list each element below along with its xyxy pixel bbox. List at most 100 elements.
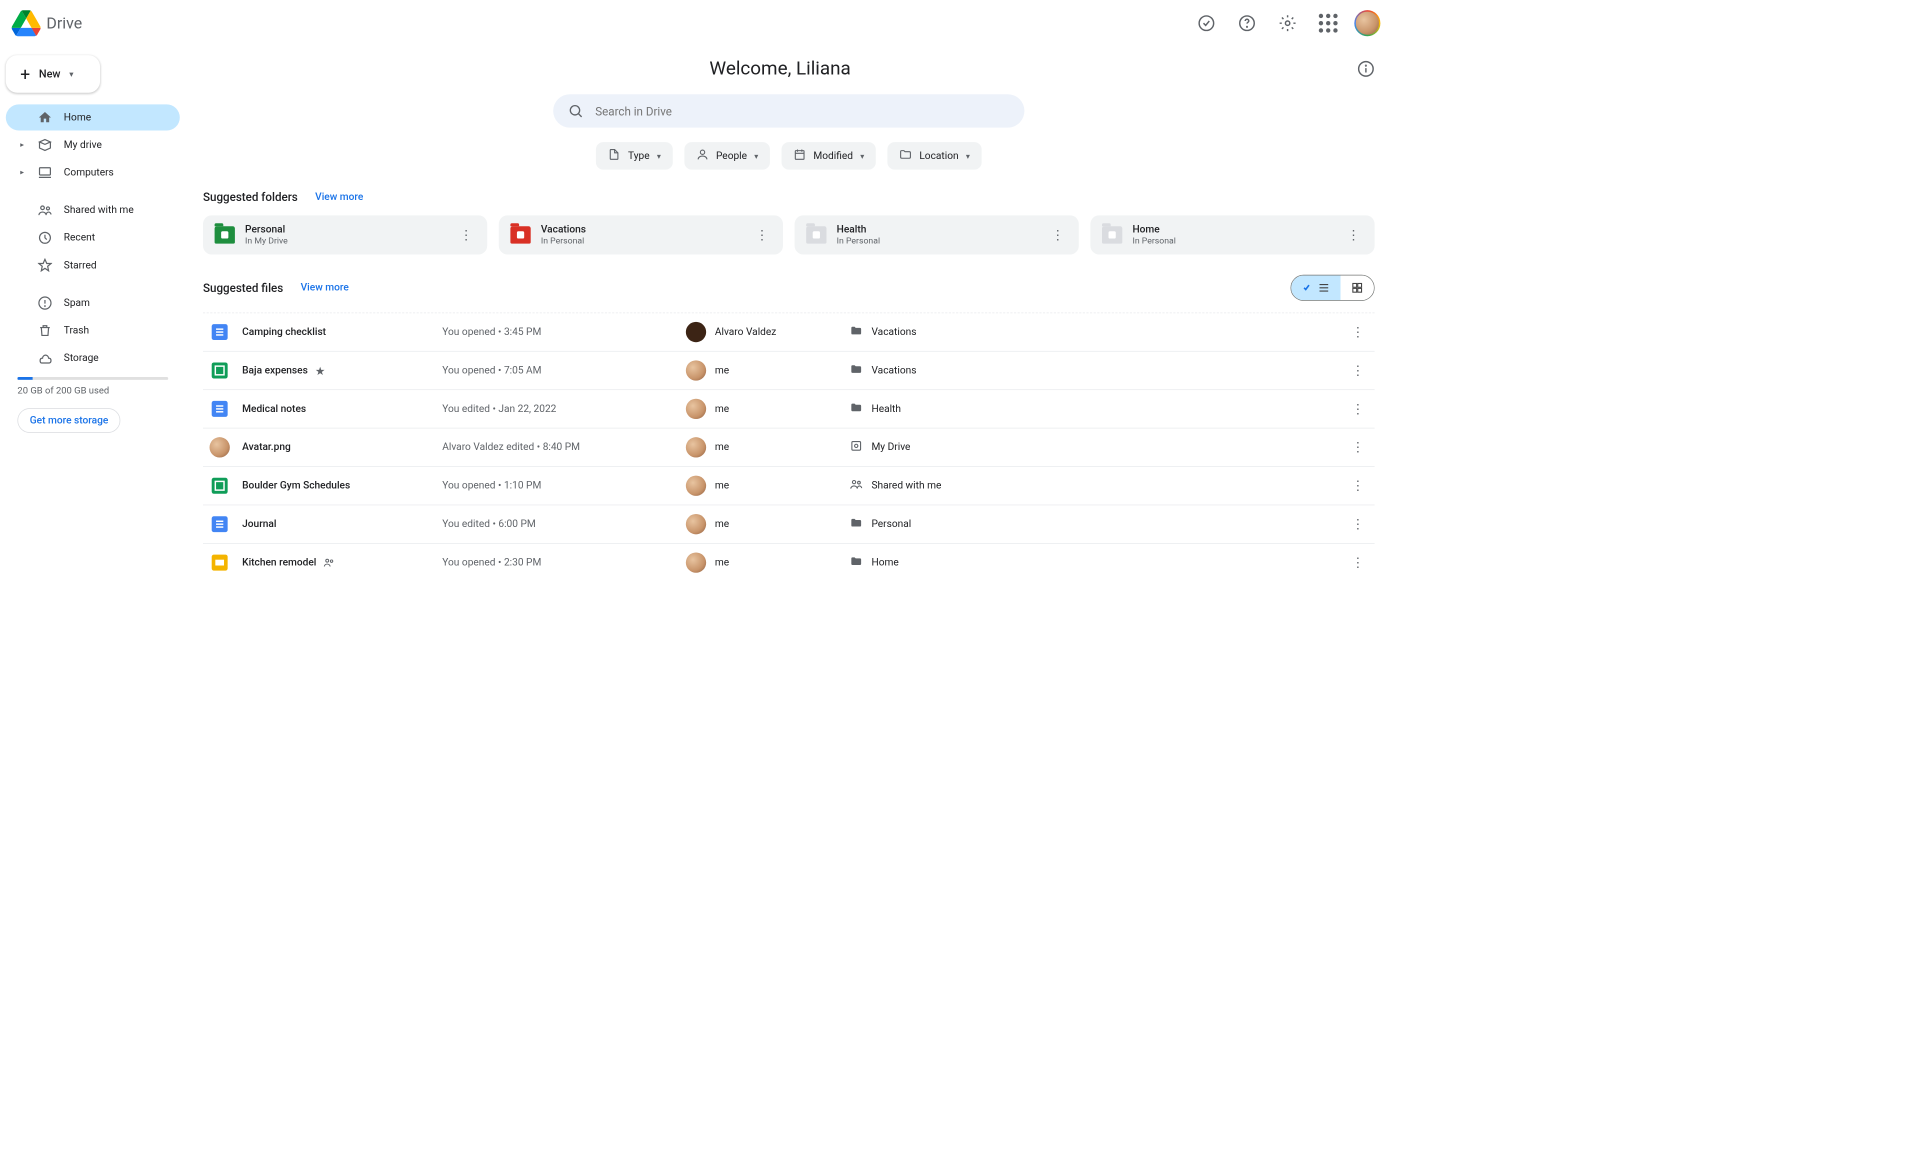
file-owner: me bbox=[715, 365, 729, 377]
filter-chip-location[interactable]: Location▾ bbox=[887, 142, 981, 170]
location-icon bbox=[850, 478, 863, 494]
starred-icon bbox=[38, 258, 53, 273]
location-icon bbox=[850, 363, 863, 379]
list-view-button[interactable] bbox=[1291, 276, 1340, 301]
file-row[interactable]: Camping checklistYou opened • 3:45 PMAlv… bbox=[203, 312, 1375, 351]
chip-label: Type bbox=[628, 150, 650, 162]
offline-status-icon[interactable] bbox=[1192, 9, 1221, 38]
storage-usage-bar bbox=[17, 377, 168, 380]
product-name: Drive bbox=[46, 14, 82, 32]
suggested-folders-heading: Suggested folders bbox=[203, 190, 298, 204]
sidebar-item-storage[interactable]: Storage bbox=[6, 345, 180, 371]
sidebar-item-label: Computers bbox=[64, 167, 114, 179]
calendar-icon bbox=[793, 148, 806, 164]
sidebar-item-home[interactable]: Home bbox=[6, 104, 180, 130]
file-location: Home bbox=[871, 557, 898, 569]
new-button-label: New bbox=[39, 67, 61, 80]
sidebar-item-recent[interactable]: Recent bbox=[6, 225, 180, 251]
sidebar-item-label: Spam bbox=[64, 297, 90, 309]
folder-icon bbox=[1102, 226, 1122, 243]
folder-card-vacations[interactable]: VacationsIn Personal ⋮ bbox=[499, 215, 783, 254]
file-row[interactable]: Kitchen remodelYou opened • 2:30 PMmeHom… bbox=[203, 544, 1375, 582]
file-row[interactable]: Boulder Gym SchedulesYou opened • 1:10 P… bbox=[203, 467, 1375, 505]
plus-icon: + bbox=[20, 65, 30, 82]
sidebar-item-shared-with-me[interactable]: Shared with me bbox=[6, 197, 180, 223]
filter-chip-type[interactable]: Type▾ bbox=[596, 142, 672, 170]
more-options-icon[interactable]: ⋮ bbox=[1347, 324, 1369, 339]
file-location: Shared with me bbox=[871, 480, 941, 492]
more-options-icon[interactable]: ⋮ bbox=[1347, 478, 1369, 493]
folder-location: In Personal bbox=[837, 236, 1039, 246]
more-options-icon[interactable]: ⋮ bbox=[457, 224, 476, 245]
location-icon bbox=[850, 324, 863, 340]
trash-icon bbox=[38, 323, 53, 338]
help-icon[interactable] bbox=[1233, 9, 1262, 38]
user-avatar[interactable] bbox=[1354, 10, 1380, 36]
file-row[interactable]: Medical notesYou edited • Jan 22, 2022me… bbox=[203, 390, 1375, 428]
image-thumbnail-icon bbox=[210, 437, 230, 457]
more-options-icon[interactable]: ⋮ bbox=[1344, 224, 1363, 245]
list-icon bbox=[1317, 281, 1330, 294]
sidebar-item-trash[interactable]: Trash bbox=[6, 318, 180, 344]
file-reason: You opened • 1:10 PM bbox=[442, 480, 674, 492]
expand-icon: ▸ bbox=[20, 141, 26, 149]
more-options-icon[interactable]: ⋮ bbox=[1347, 555, 1369, 570]
grid-view-button[interactable] bbox=[1341, 276, 1374, 301]
file-owner: me bbox=[715, 480, 729, 492]
file-reason: You opened • 7:05 AM bbox=[442, 365, 674, 377]
sidebar-item-my-drive[interactable]: ▸ My drive bbox=[6, 132, 180, 158]
sidebar-item-starred[interactable]: Starred bbox=[6, 252, 180, 278]
owner-avatar bbox=[686, 476, 706, 496]
location-icon bbox=[850, 516, 863, 532]
owner-avatar bbox=[686, 360, 706, 380]
shared-icon bbox=[324, 557, 336, 569]
file-reason: You opened • 3:45 PM bbox=[442, 326, 674, 338]
file-row[interactable]: JournalYou edited • 6:00 PMmePersonal⋮ bbox=[203, 505, 1375, 543]
folder-name: Vacations bbox=[541, 224, 743, 236]
view-toggle bbox=[1291, 275, 1375, 301]
folder-location: In Personal bbox=[1132, 236, 1334, 246]
sidebar-item-label: Starred bbox=[64, 260, 97, 272]
more-options-icon[interactable]: ⋮ bbox=[753, 224, 772, 245]
get-storage-button[interactable]: Get more storage bbox=[17, 408, 120, 433]
sidebar-item-label: Trash bbox=[64, 325, 89, 337]
folder-icon bbox=[899, 148, 912, 164]
folder-location: In Personal bbox=[541, 236, 743, 246]
drive-logo[interactable]: Drive bbox=[12, 9, 83, 38]
chevron-down-icon: ▾ bbox=[966, 151, 970, 160]
apps-grid-icon[interactable] bbox=[1314, 9, 1343, 38]
search-icon bbox=[568, 103, 584, 119]
search-input[interactable] bbox=[595, 104, 1010, 118]
more-options-icon[interactable]: ⋮ bbox=[1048, 224, 1067, 245]
folder-card-home[interactable]: HomeIn Personal⋮ bbox=[1090, 215, 1374, 254]
search-bar[interactable] bbox=[553, 94, 1024, 127]
folder-card-personal[interactable]: PersonalIn My Drive⋮ bbox=[203, 215, 487, 254]
sidebar-item-computers[interactable]: ▸Computers bbox=[6, 160, 180, 186]
file-name: Journal bbox=[242, 518, 276, 530]
files-view-more-link[interactable]: View more bbox=[301, 282, 349, 294]
owner-avatar bbox=[686, 322, 706, 342]
sidebar-item-label: My drive bbox=[64, 139, 102, 151]
owner-avatar bbox=[686, 399, 706, 419]
gear-icon[interactable] bbox=[1273, 9, 1302, 38]
shared-icon bbox=[38, 203, 53, 218]
person-icon bbox=[696, 148, 709, 164]
filter-chip-modified[interactable]: Modified▾ bbox=[781, 142, 875, 170]
info-icon[interactable] bbox=[1357, 60, 1374, 77]
folder-card-health[interactable]: HealthIn Personal⋮ bbox=[795, 215, 1079, 254]
filter-chip-people[interactable]: People▾ bbox=[684, 142, 770, 170]
sidebar-item-spam[interactable]: Spam bbox=[6, 290, 180, 316]
doc-file-icon bbox=[212, 401, 228, 417]
file-row[interactable]: Baja expenses★You opened • 7:05 AMmeVaca… bbox=[203, 352, 1375, 390]
more-options-icon[interactable]: ⋮ bbox=[1347, 363, 1369, 378]
file-row[interactable]: Avatar.pngAlvaro Valdez edited • 8:40 PM… bbox=[203, 428, 1375, 466]
doc-file-icon bbox=[212, 516, 228, 532]
more-options-icon[interactable]: ⋮ bbox=[1347, 401, 1369, 416]
folders-view-more-link[interactable]: View more bbox=[315, 191, 363, 203]
new-button[interactable]: + New ▾ bbox=[6, 55, 100, 93]
more-options-icon[interactable]: ⋮ bbox=[1347, 440, 1369, 455]
file-location: Health bbox=[871, 403, 901, 415]
file-owner: me bbox=[715, 442, 729, 454]
more-options-icon[interactable]: ⋮ bbox=[1347, 517, 1369, 532]
recent-icon bbox=[38, 231, 53, 246]
